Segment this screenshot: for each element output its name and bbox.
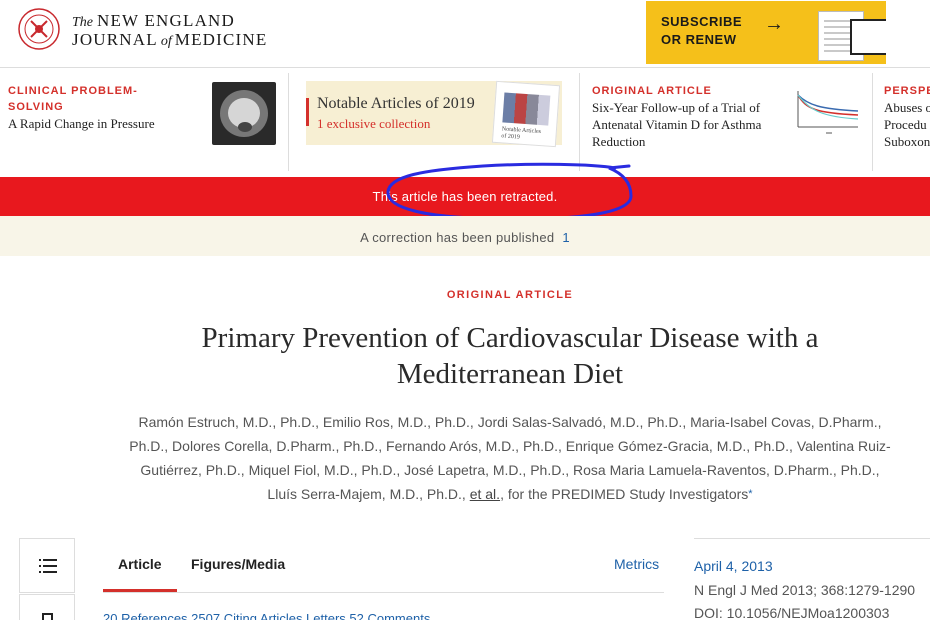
correction-banner: A correction has been published 1 — [0, 216, 930, 256]
article-type: ORIGINAL ARTICLE — [0, 289, 930, 301]
correction-message: A correction has been published 1 — [0, 230, 930, 245]
bookmark-button[interactable] — [19, 594, 75, 620]
carousel-card-vitamin-d[interactable]: ORIGINAL ARTICLE Six-Year Follow-up of a… — [592, 83, 787, 150]
subscribe-button[interactable]: SUBSCRIBE OR RENEW → — [646, 1, 886, 64]
notable-subtitle: 1 exclusive collection — [317, 116, 431, 131]
site-header: The NEW ENGLAND JOURNAL of MEDICINE SUBSCRI… — [0, 0, 930, 68]
card-title-line1: Abuses o — [884, 100, 930, 115]
carousel-card-clinical[interactable]: CLINICAL PROBLEM- SOLVING A Rapid Change… — [8, 83, 203, 132]
notable-title: Notable Articles of 2019 — [317, 95, 475, 112]
notable-cover-image: Notable Articles of 2019 — [491, 80, 561, 148]
divider — [288, 73, 289, 171]
logo-text-line1[interactable]: The NEW ENGLAND — [72, 11, 235, 31]
table-of-contents-button[interactable] — [19, 538, 75, 593]
publication-meta: April 4, 2013 N Engl J Med 2013; 368:127… — [694, 538, 930, 620]
article-tabs: Article Figures/Media Metrics — [103, 538, 664, 593]
laptop-image — [850, 19, 886, 55]
correction-link[interactable]: 1 — [562, 230, 570, 245]
ct-scan-thumbnail[interactable] — [212, 82, 276, 145]
card-kicker: ORIGINAL ARTICLE — [592, 85, 712, 97]
featured-carousel: CLINICAL PROBLEM- SOLVING A Rapid Change… — [0, 69, 930, 176]
hand-drawn-circle-annotation — [386, 162, 633, 221]
card-title-line3: Suboxon — [884, 134, 930, 149]
author-list: Ramón Estruch, M.D., Ph.D., Emilio Ros, … — [100, 410, 920, 506]
carousel-card-perspective[interactable]: PERSPE Abuses o Procedu Suboxon — [884, 83, 930, 150]
arrow-right-icon: → — [764, 13, 784, 35]
tab-metrics[interactable]: Metrics — [614, 556, 659, 572]
author-footnote-star[interactable]: * — [748, 488, 752, 500]
subscribe-label: SUBSCRIBE — [661, 14, 743, 29]
logo-of: of — [160, 34, 172, 49]
publication-date[interactable]: April 4, 2013 — [694, 558, 773, 574]
card-kicker: PERSPE — [884, 85, 930, 97]
citation: N Engl J Med 2013; 368:1279-1290 — [694, 582, 916, 598]
authors-line4: Lluís Serra-Majem, M.D., Ph.D., — [267, 486, 466, 502]
accent-bar — [306, 98, 309, 126]
card-kicker: CLINICAL PROBLEM- — [8, 85, 138, 97]
card-title: A Rapid Change in Pressure — [8, 116, 155, 131]
logo-text-line2[interactable]: JOURNAL of MEDICINE — [72, 30, 267, 50]
et-al-link[interactable]: et al. — [470, 486, 500, 502]
correction-text: A correction has been published — [360, 230, 555, 245]
renew-label: OR RENEW — [661, 32, 737, 47]
logo-the: The — [72, 15, 93, 30]
authors-line2: Ph.D., Dolores Corella, D.Pharm., Ph.D.,… — [129, 438, 891, 454]
bookmark-icon — [42, 613, 53, 620]
survival-curve-thumbnail[interactable] — [796, 87, 860, 139]
list-icon — [39, 559, 57, 573]
tab-figures-media[interactable]: Figures/Media — [191, 556, 285, 572]
logo-new-england: NEW ENGLAND — [97, 11, 236, 30]
notable-articles-promo[interactable]: Notable Articles of 2019 1 exclusive col… — [306, 80, 562, 148]
article-type-label: ORIGINAL ARTICLE — [446, 289, 574, 301]
tab-article[interactable]: Article — [118, 556, 162, 572]
card-title: Six-Year Follow-up of a Trial of Antenat… — [592, 100, 762, 149]
active-tab-underline — [103, 589, 177, 592]
logo-medicine: MEDICINE — [174, 30, 268, 49]
card-kicker-cont: SOLVING — [8, 101, 64, 113]
authors-line1: Ramón Estruch, M.D., Ph.D., Emilio Ros, … — [138, 414, 882, 430]
card-title-line2: Procedu — [884, 117, 927, 132]
article-title: Primary Prevention of Cardiovascular Dis… — [201, 322, 819, 390]
authors-line3: Gutiérrez, Ph.D., Miquel Fiol, M.D., Ph.… — [140, 462, 880, 478]
article-stats-bar[interactable]: 20 References 2507 Citing Articles Lette… — [103, 611, 430, 620]
nejm-seal-icon[interactable] — [18, 8, 60, 50]
study-group: , for the PREDIMED Study Investigators — [500, 486, 749, 502]
divider — [579, 73, 580, 171]
divider — [872, 73, 873, 171]
doi: DOI: 10.1056/NEJMoa1200303 — [694, 605, 890, 620]
logo-journal: JOURNAL — [72, 30, 158, 49]
